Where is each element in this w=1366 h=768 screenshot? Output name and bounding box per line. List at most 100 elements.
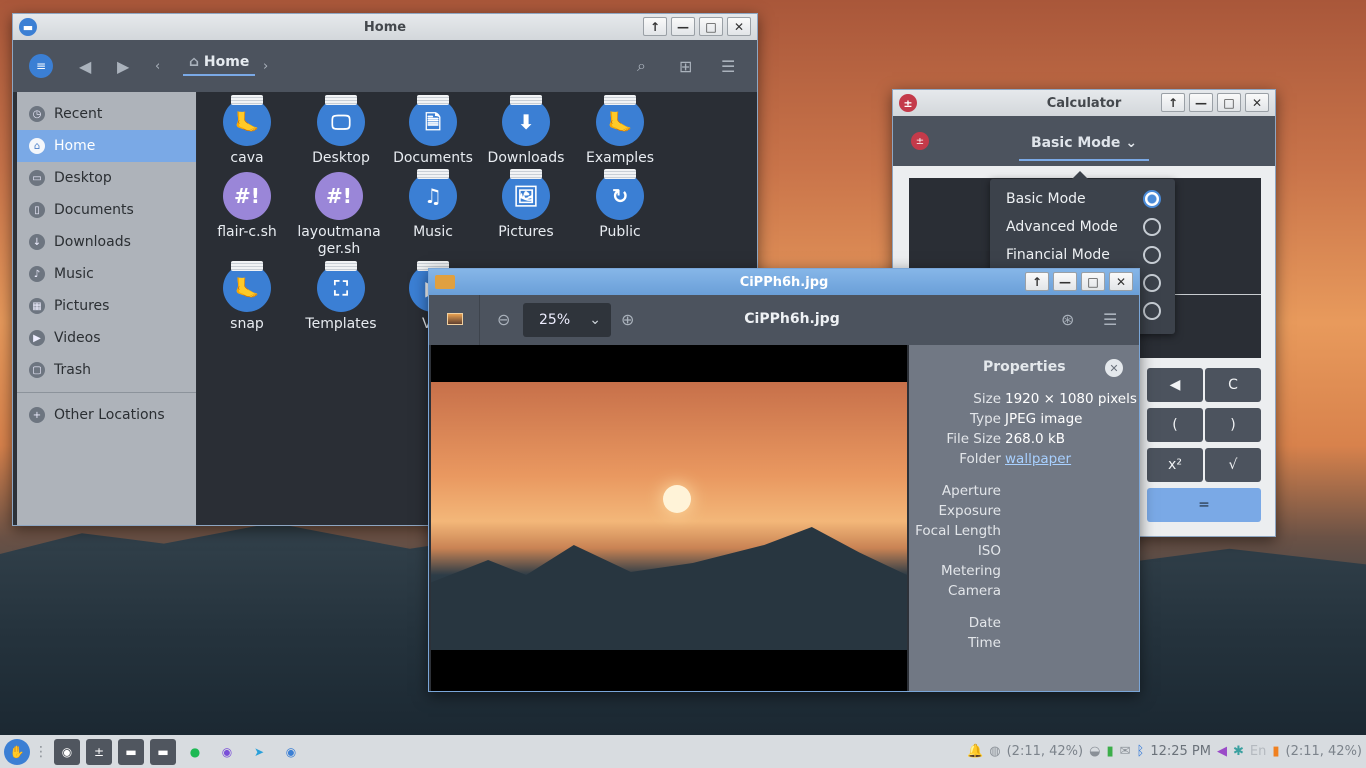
property-label: Time bbox=[967, 635, 1001, 651]
files-launcher-icon[interactable]: ◉ bbox=[278, 739, 304, 765]
firefox-icon[interactable]: ◉ bbox=[54, 738, 80, 765]
open-paren-key[interactable]: ( bbox=[1147, 408, 1203, 442]
image-viewer-task-icon[interactable]: ▬ bbox=[118, 738, 144, 765]
radio-icon[interactable] bbox=[1143, 274, 1161, 292]
minimize-button[interactable]: — bbox=[671, 17, 695, 36]
maximize-button[interactable]: □ bbox=[699, 17, 723, 36]
calculator-logo-icon: ± bbox=[911, 132, 929, 150]
file-item-examples[interactable]: 🦶 Examples bbox=[572, 95, 668, 167]
property-label: Aperture bbox=[941, 483, 1001, 499]
files-task-icon[interactable]: ▬ bbox=[150, 738, 176, 765]
sidebar-item-music[interactable]: ♪ Music bbox=[17, 258, 196, 290]
files-logo-icon[interactable]: ≡ bbox=[29, 54, 53, 78]
sidebar-item-downloads[interactable]: ↓ Downloads bbox=[17, 226, 196, 258]
app-menu-icon[interactable]: ✋ bbox=[4, 738, 30, 765]
bluetooth-icon[interactable]: ᛒ bbox=[1137, 744, 1145, 759]
sidebar-item-desktop[interactable]: ▭ Desktop bbox=[17, 162, 196, 194]
mode-option-basic[interactable]: Basic Mode bbox=[990, 185, 1175, 213]
close-button[interactable]: ✕ bbox=[727, 17, 751, 36]
browser-icon[interactable]: ◉ bbox=[214, 739, 240, 765]
keep-above-button[interactable]: ↑ bbox=[1161, 93, 1185, 112]
network-icon[interactable]: ▮ bbox=[1106, 744, 1113, 759]
path-left-icon[interactable]: ‹ bbox=[155, 59, 160, 74]
keep-above-button[interactable]: ↑ bbox=[1025, 272, 1049, 291]
menu-icon[interactable]: ☰ bbox=[721, 57, 735, 76]
close-button[interactable]: ✕ bbox=[1109, 272, 1133, 291]
property-label: Type bbox=[969, 411, 1001, 427]
view-options-icon[interactable]: ⊞ bbox=[679, 57, 692, 76]
menu-icon[interactable]: ☰ bbox=[1103, 310, 1117, 329]
search-icon[interactable]: ⌕ bbox=[637, 56, 646, 76]
clear-key[interactable]: C bbox=[1205, 368, 1261, 402]
battery-icon[interactable]: ◍ bbox=[989, 744, 1000, 759]
document-emblem-icon: 🗎 bbox=[424, 109, 442, 134]
mode-selector[interactable]: Basic Mode ⌄ bbox=[1018, 131, 1150, 161]
power-battery-icon[interactable]: ▮ bbox=[1272, 744, 1279, 759]
folder-link[interactable]: wallpaper bbox=[1005, 451, 1071, 467]
backspace-key[interactable]: ◀ bbox=[1147, 368, 1203, 402]
file-item-templates[interactable]: ⛶ Templates bbox=[293, 261, 389, 333]
file-item-downloads[interactable]: ⬇ Downloads bbox=[478, 95, 574, 167]
path-right-icon[interactable]: › bbox=[263, 59, 268, 74]
taskbar-handle-icon[interactable]: ⋮ bbox=[34, 744, 48, 760]
radio-icon[interactable] bbox=[1143, 218, 1161, 236]
sidebar-item-trash[interactable]: ▢ Trash bbox=[17, 354, 196, 386]
sidebar-item-documents[interactable]: ▯ Documents bbox=[17, 194, 196, 226]
close-panel-icon[interactable]: ✕ bbox=[1105, 359, 1123, 377]
file-item-snap[interactable]: 🦶 snap bbox=[199, 261, 295, 333]
calculator-titlebar[interactable]: ± Calculator ↑ — □ ✕ bbox=[893, 90, 1275, 116]
radio-selected-icon[interactable] bbox=[1143, 190, 1161, 208]
files-titlebar[interactable]: ▬ Home ↑ — □ ✕ bbox=[13, 14, 757, 40]
script-glyph: #! bbox=[234, 183, 260, 208]
file-item-layoutmanager[interactable]: #! layoutmanager.sh bbox=[293, 172, 385, 258]
sidebar-item-other-locations[interactable]: + Other Locations bbox=[17, 399, 196, 431]
volume-icon[interactable]: ◀ bbox=[1217, 744, 1227, 759]
notification-icon[interactable]: 🔔 bbox=[967, 744, 983, 759]
close-button[interactable]: ✕ bbox=[1245, 93, 1269, 112]
back-icon[interactable]: ◀ bbox=[79, 57, 91, 76]
mail-icon[interactable]: ✉ bbox=[1120, 744, 1131, 759]
language-indicator[interactable]: En bbox=[1250, 744, 1266, 759]
property-label: Focal Length bbox=[915, 523, 1001, 539]
file-item-flair-c[interactable]: #! flair-c.sh bbox=[199, 172, 295, 241]
settings-icon[interactable]: ✱ bbox=[1233, 744, 1244, 759]
file-item-documents[interactable]: 🗎 Documents bbox=[385, 95, 481, 167]
night-light-icon[interactable]: ◒ bbox=[1089, 744, 1100, 759]
gallery-icon[interactable]: ⊛ bbox=[1061, 310, 1074, 329]
file-item-public[interactable]: ↻ Public bbox=[572, 169, 668, 241]
file-item-pictures[interactable]: 🖼 Pictures bbox=[478, 169, 574, 241]
forward-icon[interactable]: ▶ bbox=[117, 57, 129, 76]
sidebar-item-label: Desktop bbox=[54, 170, 112, 186]
sqrt-key[interactable]: √ bbox=[1205, 448, 1261, 482]
mode-option-advanced[interactable]: Advanced Mode bbox=[990, 213, 1175, 241]
sidebar-item-home[interactable]: ⌂ Home bbox=[17, 130, 196, 162]
sidebar-item-recent[interactable]: ◷ Recent bbox=[17, 98, 196, 130]
sidebar-item-pictures[interactable]: ▦ Pictures bbox=[17, 290, 196, 322]
file-item-cava[interactable]: 🦶 cava bbox=[199, 95, 295, 167]
maximize-button[interactable]: □ bbox=[1081, 272, 1105, 291]
square-key[interactable]: x² bbox=[1147, 448, 1203, 482]
close-paren-key[interactable]: ) bbox=[1205, 408, 1261, 442]
pictures-icon: ▦ bbox=[29, 298, 45, 314]
file-item-music[interactable]: ♫ Music bbox=[385, 169, 481, 241]
radio-icon[interactable] bbox=[1143, 302, 1161, 320]
calculator-task-icon[interactable]: ± bbox=[86, 738, 112, 765]
file-item-desktop[interactable]: 🖵 Desktop bbox=[293, 95, 389, 167]
sidebar-item-videos[interactable]: ▶ Videos bbox=[17, 322, 196, 354]
clock[interactable]: 12:25 PM bbox=[1150, 744, 1211, 759]
telegram-icon[interactable]: ➤ bbox=[246, 739, 272, 765]
minimize-button[interactable]: — bbox=[1053, 272, 1077, 291]
viewer-titlebar[interactable]: CiPPh6h.jpg ↑ — □ ✕ bbox=[429, 269, 1139, 295]
keep-above-button[interactable]: ↑ bbox=[643, 17, 667, 36]
property-label: File Size bbox=[946, 431, 1001, 447]
maximize-button[interactable]: □ bbox=[1217, 93, 1241, 112]
radio-icon[interactable] bbox=[1143, 246, 1161, 264]
breadcrumb[interactable]: ⌂ Home bbox=[183, 54, 256, 76]
breadcrumb-label: Home bbox=[203, 54, 250, 70]
equals-key[interactable]: = bbox=[1147, 488, 1261, 522]
image-canvas[interactable] bbox=[431, 345, 907, 691]
spotify-icon[interactable]: ● bbox=[182, 739, 208, 765]
file-label: Desktop bbox=[312, 150, 370, 166]
minimize-button[interactable]: — bbox=[1189, 93, 1213, 112]
mode-option-financial[interactable]: Financial Mode bbox=[990, 241, 1175, 269]
